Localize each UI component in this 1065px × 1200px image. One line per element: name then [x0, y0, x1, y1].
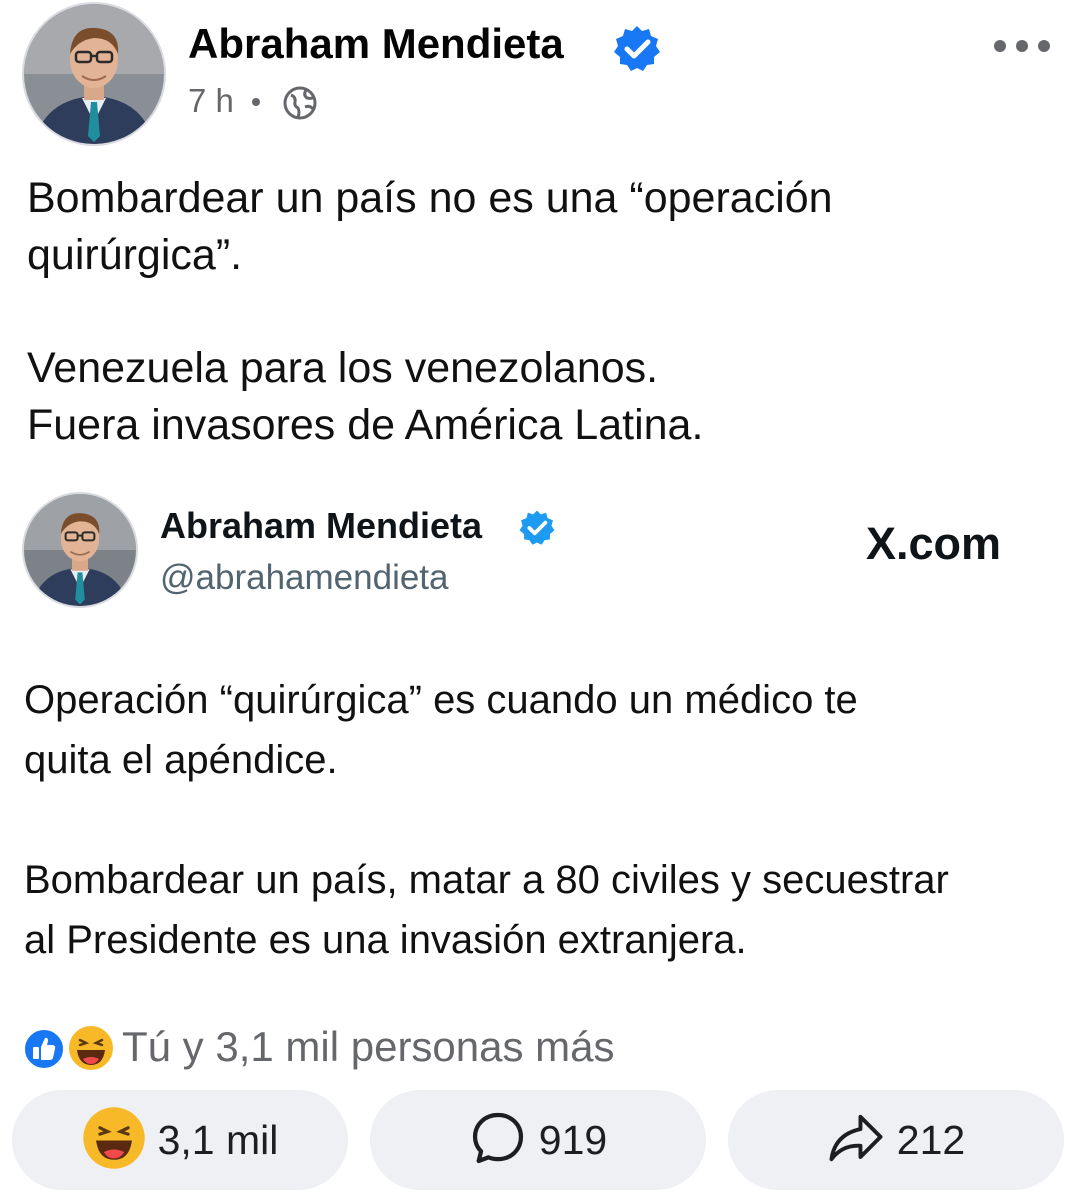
tweet-text-line: Operación “quirúrgica” es cuando un médi…	[24, 678, 858, 722]
tweet-text-line: Bombardear un país, matar a 80 civiles y…	[24, 858, 949, 902]
post-text-line: quirúrgica”.	[27, 231, 243, 279]
share-icon	[827, 1112, 885, 1169]
tweet-author-avatar[interactable]	[22, 492, 138, 608]
shares-count: 212	[896, 1116, 966, 1163]
reactions-count: 3,1 mil	[157, 1116, 279, 1163]
post-text-line: Venezuela para los venezolanos.	[27, 344, 659, 392]
author-name[interactable]: Abraham Mendieta	[188, 20, 564, 68]
post-text-line: Fuera invasores de América Latina.	[27, 401, 704, 449]
dot-icon	[1016, 40, 1028, 52]
share-button[interactable]: 212	[728, 1090, 1064, 1190]
haha-reaction-icon[interactable]	[66, 1023, 116, 1073]
tweet-text-line: quita el apéndice.	[24, 738, 338, 782]
separator-dot	[252, 98, 260, 106]
like-reaction-icon[interactable]	[22, 1027, 66, 1071]
tweet-author-name[interactable]: Abraham Mendieta	[160, 505, 482, 547]
more-options-button[interactable]	[988, 20, 1056, 72]
verified-badge-icon	[612, 24, 662, 74]
dot-icon	[1038, 40, 1050, 52]
globe-icon	[282, 85, 318, 121]
post-timestamp[interactable]: 7 h	[188, 82, 234, 120]
post-text-line: Bombardear un país no es una “operación	[27, 174, 833, 222]
verified-badge-icon	[518, 509, 556, 547]
comment-button[interactable]: 919	[370, 1090, 706, 1190]
tweet-author-handle[interactable]: @abrahamendieta	[160, 558, 449, 598]
tweet-text-line: al Presidente es una invasión extranjera…	[24, 918, 747, 962]
dot-icon	[994, 40, 1006, 52]
haha-icon	[82, 1106, 146, 1175]
reactions-summary[interactable]: Tú y 3,1 mil personas más	[122, 1023, 615, 1071]
x-com-logo: X.com	[866, 518, 1002, 569]
react-button[interactable]: 3,1 mil	[12, 1090, 348, 1190]
comments-count: 919	[538, 1116, 608, 1163]
comment-icon	[469, 1109, 527, 1172]
author-avatar[interactable]	[22, 2, 166, 146]
